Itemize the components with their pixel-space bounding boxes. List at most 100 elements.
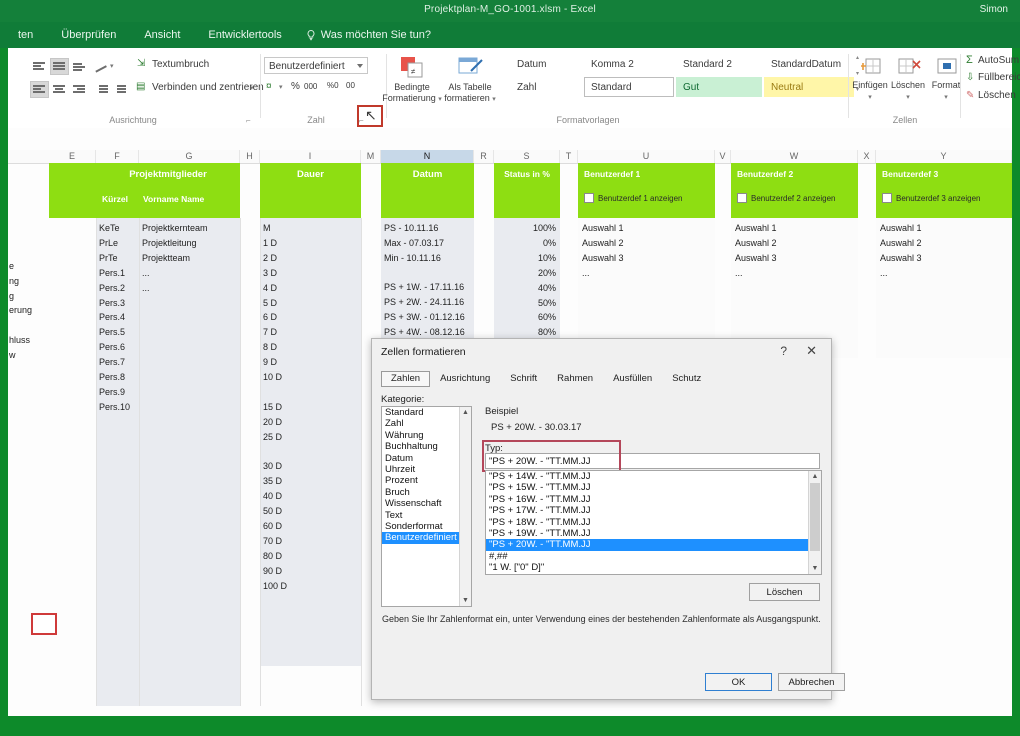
cell-dauer-8[interactable]: 8 D: [263, 342, 277, 352]
merge-center-button[interactable]: Verbinden und zentrieren: [152, 82, 264, 93]
column-header-S[interactable]: S: [494, 150, 560, 163]
highlighted-empty-cell[interactable]: [31, 613, 57, 635]
cell-name-0[interactable]: Projektkernteam: [142, 223, 208, 233]
category-item-9[interactable]: Text: [382, 510, 460, 521]
currency-icon[interactable]: ¤: [266, 81, 272, 92]
cell-status-1[interactable]: 0%: [494, 238, 556, 248]
cell-dauer-2[interactable]: 2 D: [263, 253, 277, 263]
cell-datum-3[interactable]: PS + 4W. - 08.12.16: [384, 327, 465, 337]
align-center-icon[interactable]: [50, 81, 69, 98]
cell-dauer-1[interactable]: 1 D: [263, 238, 277, 248]
alignment-dialog-launcher[interactable]: ⌐: [246, 116, 251, 125]
tell-me-box[interactable]: Was möchten Sie tun?: [296, 24, 441, 46]
help-icon[interactable]: ?: [780, 344, 787, 358]
percent-style-button[interactable]: %: [291, 81, 300, 92]
format-item-6[interactable]: "PS + 20W. - "TT.MM.JJ: [486, 539, 809, 550]
cell-datum-top-2[interactable]: Min - 10.11.16: [384, 253, 441, 263]
close-icon[interactable]: ✕: [806, 343, 817, 359]
format-as-table-dropdown-arrow[interactable]: ▾: [492, 96, 496, 103]
category-item-3[interactable]: Buchhaltung: [382, 441, 460, 452]
style-komma-2[interactable]: Komma 2: [584, 54, 674, 74]
decrease-decimal-button[interactable]: 00: [346, 81, 355, 90]
column-header-T[interactable]: T: [560, 150, 578, 163]
scroll-down-icon[interactable]: ▼: [460, 595, 471, 606]
cell-auswahl-1-1[interactable]: Auswahl 2: [582, 238, 624, 248]
cell-dauer-3[interactable]: 3 D: [263, 268, 277, 278]
checkbox-icon[interactable]: [737, 193, 747, 203]
format-item-9[interactable]: "2 W. ["0" D]": [486, 574, 809, 575]
align-top-icon[interactable]: [30, 58, 49, 75]
cell-dauer-9[interactable]: 9 D: [263, 357, 277, 367]
autosum-button[interactable]: AutoSum: [978, 55, 1019, 66]
style-zahl[interactable]: Zahl: [510, 77, 582, 97]
format-item-2[interactable]: "PS + 16W. - "TT.MM.JJ: [486, 494, 809, 505]
type-input[interactable]: "PS + 20W. - "TT.MM.JJ: [485, 453, 820, 469]
column-header-X[interactable]: X: [858, 150, 876, 163]
category-item-11[interactable]: Benutzerdefiniert: [382, 532, 460, 543]
cell-datum-2[interactable]: PS + 3W. - 01.12.16: [384, 312, 465, 322]
cell-kuerzel-0[interactable]: KeTe: [99, 223, 120, 233]
cell-dauer-17[interactable]: 50 D: [263, 506, 282, 516]
category-item-0[interactable]: Standard: [382, 407, 460, 418]
ribbon-tab-ansicht[interactable]: Ansicht: [130, 24, 194, 46]
conditional-formatting-button[interactable]: Bedingte Formatierung ▾: [382, 82, 442, 105]
column-header-I[interactable]: I: [260, 150, 361, 163]
column-header-R[interactable]: R: [474, 150, 494, 163]
benutzerdef3-checkbox[interactable]: Benutzerdef 3 anzeigen: [882, 193, 981, 203]
cell-auswahl-2-0[interactable]: Auswahl 1: [735, 223, 777, 233]
cell-status-6[interactable]: 60%: [494, 312, 556, 322]
cell-dauer-14[interactable]: 30 D: [263, 461, 282, 471]
tab-zahlen[interactable]: Zahlen: [381, 371, 430, 387]
cell-kuerzel-9[interactable]: Pers.7: [99, 357, 125, 367]
ribbon-tab-entwicklertools[interactable]: Entwicklertools: [194, 24, 295, 46]
format-item-7[interactable]: #,##: [486, 551, 809, 562]
cell-dauer-13[interactable]: 25 D: [263, 432, 282, 442]
number-format-combo[interactable]: Benutzerdefiniert: [264, 57, 368, 74]
cell-status-2[interactable]: 10%: [494, 253, 556, 263]
cell-status-5[interactable]: 50%: [494, 298, 556, 308]
cell-dauer-12[interactable]: 20 D: [263, 417, 282, 427]
column-header-U[interactable]: U: [578, 150, 715, 163]
cell-col-e-4[interactable]: hluss: [9, 335, 30, 345]
format-item-0[interactable]: "PS + 14W. - "TT.MM.JJ: [486, 471, 809, 482]
cell-kuerzel-8[interactable]: Pers.6: [99, 342, 125, 352]
cell-name-2[interactable]: Projektteam: [142, 253, 190, 263]
cell-dauer-4[interactable]: 4 D: [263, 283, 277, 293]
merge-center-dropdown-arrow[interactable]: ▾: [250, 84, 254, 92]
cell-status-3[interactable]: 20%: [494, 268, 556, 278]
cell-kuerzel-11[interactable]: Pers.9: [99, 387, 125, 397]
style-standard-2[interactable]: Standard 2: [676, 54, 762, 74]
category-scrollbar[interactable]: ▲ ▼: [459, 407, 471, 606]
cell-name-1[interactable]: Projektleitung: [142, 238, 197, 248]
cell-auswahl-3-2[interactable]: Auswahl 3: [880, 253, 922, 263]
scrollbar-thumb[interactable]: [810, 483, 820, 551]
category-item-1[interactable]: Zahl: [382, 418, 460, 429]
cell-name-4[interactable]: ...: [142, 283, 150, 293]
cell-col-e-5[interactable]: w: [9, 350, 16, 360]
tab-ausfuellen[interactable]: Ausfüllen: [603, 371, 662, 387]
category-listbox[interactable]: StandardZahlWährungBuchhaltungDatumUhrze…: [381, 406, 472, 607]
cell-dauer-5[interactable]: 5 D: [263, 298, 277, 308]
cell-kuerzel-6[interactable]: Pers.4: [99, 312, 125, 322]
benutzerdef1-checkbox[interactable]: Benutzerdef 1 anzeigen: [584, 193, 683, 203]
cell-dauer-11[interactable]: 15 D: [263, 402, 282, 412]
scroll-down-icon[interactable]: ▼: [809, 563, 821, 574]
column-header-Y[interactable]: Y: [876, 150, 1012, 163]
cell-kuerzel-10[interactable]: Pers.8: [99, 372, 125, 382]
clear-button[interactable]: Löschen: [978, 90, 1016, 101]
checkbox-icon[interactable]: [584, 193, 594, 203]
cell-kuerzel-4[interactable]: Pers.2: [99, 283, 125, 293]
ribbon-tab-daten[interactable]: ten: [4, 24, 47, 46]
thousands-separator-button[interactable]: 000: [304, 82, 317, 91]
cell-auswahl-1-2[interactable]: Auswahl 3: [582, 253, 624, 263]
cell-status-7[interactable]: 80%: [494, 327, 556, 337]
cell-auswahl-2-3[interactable]: ...: [735, 268, 743, 278]
wrap-text-button[interactable]: Textumbruch: [152, 59, 209, 70]
currency-dropdown-arrow[interactable]: ▾: [279, 83, 283, 91]
cell-col-e-1[interactable]: ng: [9, 276, 19, 286]
cancel-button[interactable]: Abbrechen: [778, 673, 845, 691]
category-item-5[interactable]: Uhrzeit: [382, 464, 460, 475]
category-item-6[interactable]: Prozent: [382, 475, 460, 486]
cell-dauer-18[interactable]: 60 D: [263, 521, 282, 531]
cell-auswahl-1-3[interactable]: ...: [582, 268, 590, 278]
